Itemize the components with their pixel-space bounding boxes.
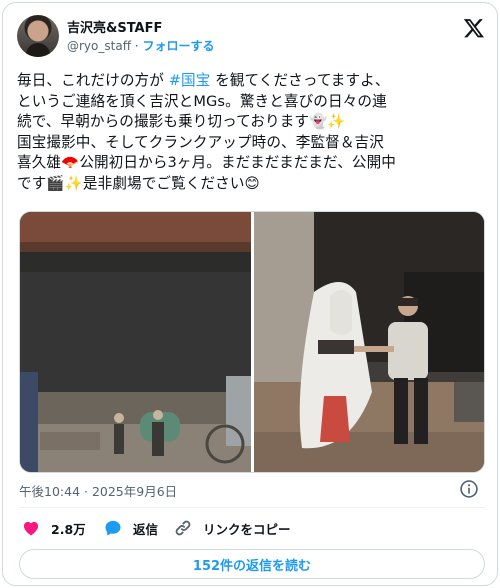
crankup-photo-illustration bbox=[254, 212, 484, 472]
copy-link-label: リンクをコピー bbox=[203, 521, 291, 537]
info-icon[interactable] bbox=[459, 479, 479, 499]
media-grid bbox=[19, 211, 485, 473]
x-logo-icon[interactable] bbox=[463, 17, 485, 39]
tweet-header: 吉沢亮&STAFF @ryo_staff · フォローする bbox=[17, 15, 485, 59]
tweet-text-segment: 毎日、これだけの方が bbox=[17, 72, 169, 89]
author-name[interactable]: 吉沢亮&STAFF bbox=[67, 17, 162, 36]
tweet-text-segment: 続で、早朝からの撮影も乗り切っております👻✨ bbox=[17, 113, 346, 131]
tweet-line: 続で、早朝からの撮影も乗り切っております👻✨ bbox=[17, 112, 487, 133]
stage-photo-illustration bbox=[20, 212, 251, 472]
tweet-text-segment: というご連絡を頂く吉沢とMGs。驚きと喜びの日々の連 bbox=[17, 92, 387, 110]
like-count: 2.8万 bbox=[51, 521, 86, 537]
tweet-line: 国宝撮影中、そしてクランクアップ時の、李監督＆吉沢 bbox=[17, 133, 487, 154]
link-icon bbox=[175, 520, 191, 536]
tweet-card: 吉沢亮&STAFF @ryo_staff · フォローする 毎日、これだけの方が… bbox=[2, 2, 498, 586]
tweet-text: 毎日、これだけの方が #国宝 を観てくださってますよ、 というご連絡を頂く吉沢と… bbox=[17, 71, 487, 195]
tweet-text-segment: 国宝撮影中、そしてクランクアップ時の、李監督＆吉沢 bbox=[17, 133, 384, 151]
action-bar: 2.8万 返信 リンクをコピー bbox=[21, 517, 481, 539]
stage-photo[interactable] bbox=[20, 212, 251, 472]
reply-bubble-icon bbox=[105, 520, 121, 536]
hashtag-link[interactable]: #国宝 bbox=[169, 72, 211, 89]
like-button[interactable]: 2.8万 bbox=[21, 517, 86, 539]
tweet-text-segment: です🎬✨是非劇場でご覧ください😊 bbox=[17, 174, 260, 192]
crankup-photo[interactable] bbox=[254, 212, 484, 472]
tweet-line: です🎬✨是非劇場でご覧ください😊 bbox=[17, 174, 487, 195]
avatar[interactable] bbox=[17, 15, 59, 57]
tweet-text-segment: を観てくださってますよ、 bbox=[210, 72, 390, 89]
follow-button[interactable]: フォローする bbox=[142, 39, 214, 53]
divider bbox=[19, 507, 485, 508]
heart-icon bbox=[23, 521, 39, 536]
tweet-line: というご連絡を頂く吉沢とMGs。驚きと喜びの日々の連 bbox=[17, 92, 487, 113]
tweet-line: 喜久雄🪭公開初日から3ヶ月。まだまだまだまだ、公開中 bbox=[17, 153, 487, 174]
reply-button[interactable]: 返信 bbox=[103, 517, 158, 539]
reply-label: 返信 bbox=[133, 521, 159, 537]
tweet-timestamp[interactable]: 午後10:44 · 2025年9月6日 bbox=[19, 481, 177, 500]
separator-dot: · bbox=[134, 39, 139, 53]
tweet-line: 毎日、これだけの方が #国宝 を観てくださってますよ、 bbox=[17, 71, 487, 92]
read-replies-button[interactable]: 152件の返信を読む bbox=[19, 549, 485, 579]
author-subline: @ryo_staff · フォローする bbox=[67, 37, 214, 54]
copy-link-button[interactable]: リンクをコピー bbox=[173, 517, 291, 539]
tweet-text-segment: 喜久雄🪭公開初日から3ヶ月。まだまだまだまだ、公開中 bbox=[17, 154, 396, 172]
author-handle[interactable]: @ryo_staff bbox=[67, 39, 131, 53]
